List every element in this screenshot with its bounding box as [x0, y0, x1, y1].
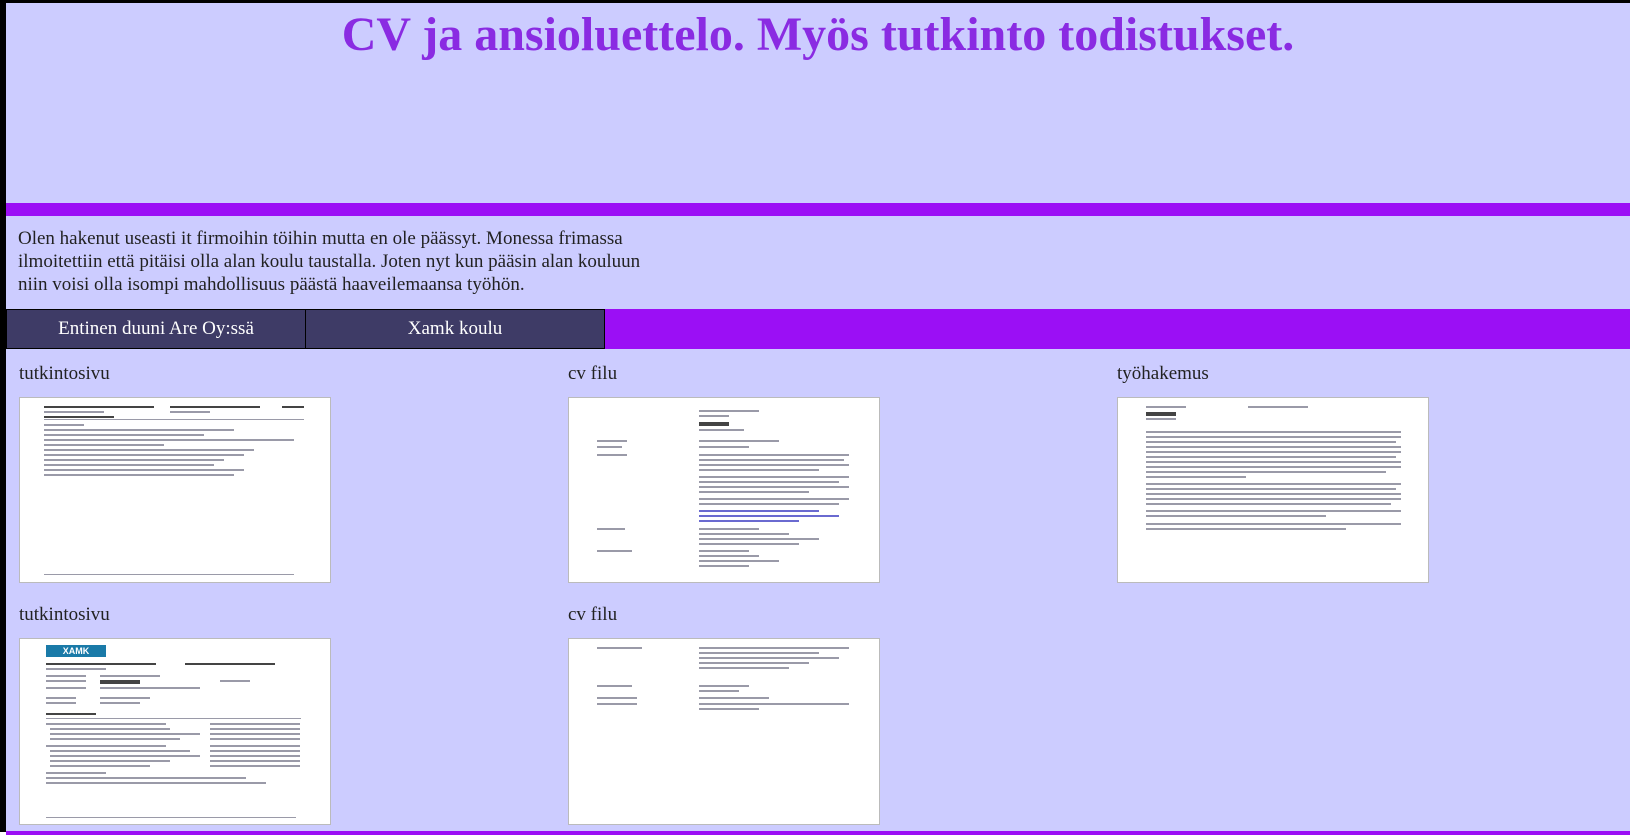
- header-divider: [6, 203, 1630, 216]
- nav-button-xamk[interactable]: Xamk koulu: [305, 309, 605, 349]
- gallery-item-label: tutkintosivu: [19, 363, 110, 384]
- intro-text: Olen hakenut useasti it firmoihin töihin…: [18, 228, 641, 295]
- page-header: CV ja ansioluettelo. Myös tutkinto todis…: [6, 3, 1630, 203]
- nav-button-are-oy[interactable]: Entinen duuni Are Oy:ssä: [6, 309, 306, 349]
- page-title: CV ja ansioluettelo. Myös tutkinto todis…: [341, 8, 1295, 61]
- document-thumbnail[interactable]: [19, 397, 331, 583]
- document-thumbnail[interactable]: XAMK: [19, 638, 331, 825]
- gallery-item-label: cv filu: [568, 604, 618, 625]
- document-thumbnail[interactable]: [568, 638, 880, 825]
- xamk-logo: XAMK: [46, 645, 106, 657]
- gallery-item: cv filu: [568, 604, 880, 825]
- gallery-item-label: tutkintosivu: [19, 604, 110, 625]
- gallery-item: tutkintosivu: [19, 363, 331, 583]
- gallery-item-label: työhakemus: [1117, 363, 1209, 384]
- gallery-item-label: cv filu: [568, 363, 618, 384]
- document-thumbnail[interactable]: [1117, 397, 1429, 583]
- gallery-item: tutkintosivu XAMK: [19, 604, 331, 825]
- page-frame: CV ja ansioluettelo. Myös tutkinto todis…: [0, 0, 1630, 835]
- gallery-item: työhakemus: [1117, 363, 1429, 583]
- document-thumbnail[interactable]: [568, 397, 880, 583]
- nav-bar: Entinen duuni Are Oy:ssä Xamk koulu: [6, 309, 1630, 349]
- gallery-item: cv filu: [568, 363, 880, 583]
